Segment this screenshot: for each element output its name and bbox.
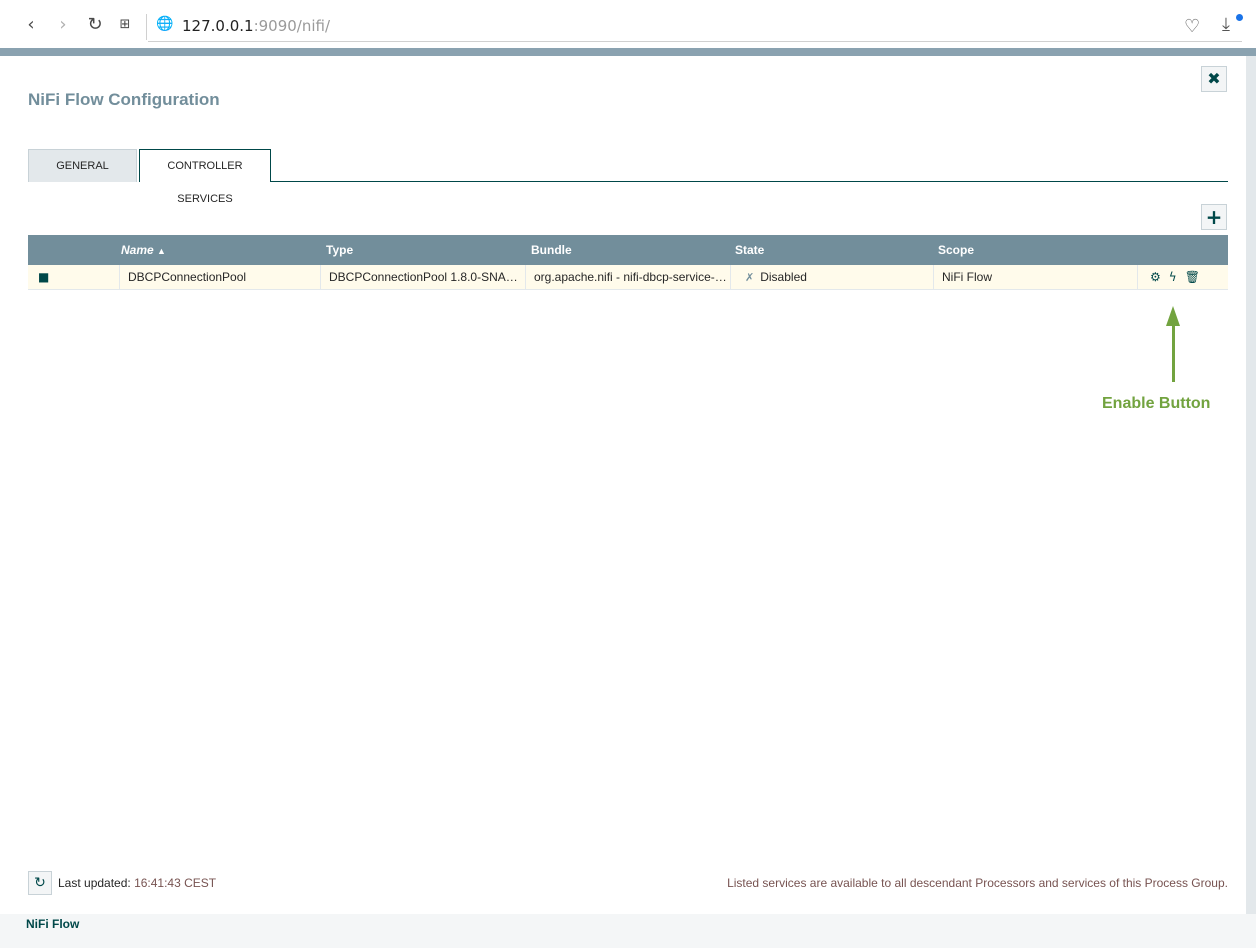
grid-icon[interactable]: ⊞ — [114, 14, 136, 36]
address-bar[interactable]: 🌐 127.0.0.1:9090/nifi/ — [148, 12, 1242, 42]
delete-trash-icon[interactable]: 🗑 — [1185, 270, 1200, 284]
row-actions: ⚙ ϟ 🗑 — [1150, 265, 1208, 290]
globe-icon: 🌐 — [156, 16, 174, 32]
canvas-background-strip — [0, 48, 1256, 56]
column-header-bundle[interactable]: Bundle — [531, 235, 572, 265]
footer-note: Listed services are available to all des… — [727, 876, 1228, 890]
documentation-book-icon[interactable]: ■ — [28, 265, 120, 290]
reload-icon[interactable]: ↻ — [84, 14, 106, 36]
browser-toolbar: ‹ › ↻ ⊞ 🌐 127.0.0.1:9090/nifi/ ♡ ⤓ — [0, 0, 1256, 48]
annotation-label: Enable Button — [1102, 395, 1211, 412]
toolbar-divider — [146, 14, 147, 40]
cell-type: DBCPConnectionPool 1.8.0-SNAPSHOT — [321, 265, 526, 290]
scrollbar[interactable] — [1246, 56, 1256, 914]
url-text: 127.0.0.1:9090/nifi/ — [182, 17, 331, 35]
back-arrow-icon[interactable]: ‹ — [20, 14, 42, 36]
table-header: Name ▲ Type Bundle State Scope — [28, 235, 1228, 265]
close-icon[interactable]: ✖ — [1201, 66, 1227, 92]
tab-controller-services[interactable]: CONTROLLER SERVICES — [139, 149, 271, 205]
tab-divider — [270, 181, 1228, 182]
tab-general[interactable]: GENERAL — [28, 149, 137, 182]
download-badge — [1236, 14, 1243, 21]
cell-name: DBCPConnectionPool — [120, 265, 321, 290]
last-updated: Last updated: 16:41:43 CEST — [58, 876, 217, 890]
annotation-arrow — [1172, 322, 1175, 382]
heart-icon[interactable]: ♡ — [1184, 16, 1200, 37]
sort-ascending-icon: ▲ — [157, 246, 166, 256]
table-row[interactable]: ■ DBCPConnectionPool DBCPConnectionPool … — [28, 265, 1228, 290]
download-icon[interactable]: ⤓ — [1222, 14, 1230, 35]
column-header-type[interactable]: Type — [326, 235, 353, 265]
column-header-scope[interactable]: Scope — [938, 235, 974, 265]
column-header-state[interactable]: State — [735, 235, 764, 265]
breadcrumb-bar — [0, 914, 1256, 948]
column-header-name[interactable]: Name ▲ — [121, 235, 166, 265]
cell-scope: NiFi Flow — [934, 265, 1138, 290]
forward-arrow-icon[interactable]: › — [52, 14, 74, 36]
cell-bundle: org.apache.nifi - nifi-dbcp-service-nar — [526, 265, 731, 290]
cell-state: ✗ Disabled — [731, 265, 934, 290]
configure-gear-icon[interactable]: ⚙ — [1150, 270, 1161, 284]
enable-lightning-icon[interactable]: ϟ — [1169, 270, 1177, 284]
refresh-icon[interactable]: ↻ — [28, 871, 52, 895]
disabled-state-icon: ✗ — [745, 271, 755, 284]
dialog-title: NiFi Flow Configuration — [28, 90, 220, 109]
breadcrumb[interactable]: NiFi Flow — [26, 917, 79, 931]
add-controller-service-button[interactable]: + — [1201, 204, 1227, 230]
